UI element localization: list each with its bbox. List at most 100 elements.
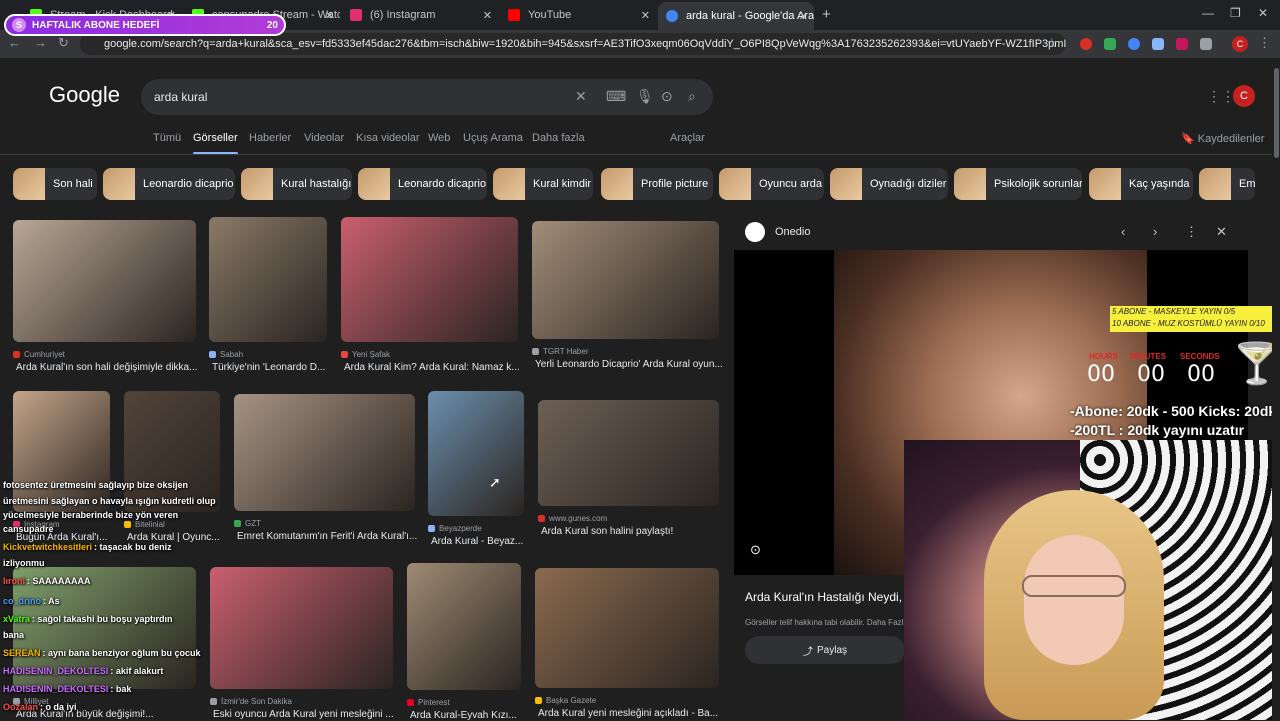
chip-3[interactable]: Leonardo dicaprio — [358, 168, 487, 200]
chip-9[interactable]: Kaç yaşında — [1089, 168, 1193, 200]
extension-icon[interactable] — [1080, 38, 1092, 50]
scrollbar-thumb[interactable] — [1274, 68, 1279, 158]
new-tab-icon[interactable]: + — [822, 6, 831, 23]
tab-instagram[interactable]: (6) Instagram ✕ — [342, 4, 498, 26]
chip-7[interactable]: Oynadığı diziler — [830, 168, 948, 200]
saved-link[interactable]: 🔖 Kaydedilenler — [1181, 132, 1264, 145]
result-caption[interactable]: Arda Kural'ın son hali değişimiyle dikka… — [16, 362, 209, 373]
result-image[interactable] — [532, 221, 719, 339]
result-caption[interactable]: Arda Kural yeni mesleğini açıkladı - Ba.… — [538, 708, 732, 719]
keyboard-icon[interactable]: ⌨ — [606, 88, 626, 105]
result-caption[interactable]: Arda Kural - Beyaz... — [431, 536, 537, 547]
forward-icon[interactable]: → — [34, 35, 47, 50]
result-caption[interactable]: Yerli Leonardo Dicaprio' Arda Kural oyun… — [535, 359, 732, 370]
source-favicon-icon — [532, 348, 539, 355]
chat-text: üretmesini sağlayan o havayla ışığın kud… — [3, 496, 216, 506]
extension-icon[interactable] — [1104, 38, 1116, 50]
window-close-icon[interactable]: ✕ — [1258, 6, 1268, 20]
result-source[interactable]: Sabah — [209, 350, 243, 359]
google-logo[interactable]: Google — [49, 82, 120, 108]
menu-icon[interactable]: ⋮ — [1258, 35, 1271, 51]
close-panel-icon[interactable]: ✕ — [1216, 224, 1227, 240]
result-image[interactable] — [428, 391, 524, 516]
more-icon[interactable]: ⋮ — [1185, 224, 1198, 240]
result-image[interactable] — [341, 217, 518, 342]
result-source[interactable]: www.gunes.com — [538, 514, 607, 523]
result-source[interactable]: Beyazperde — [428, 524, 482, 533]
bookmark-star-icon[interactable]: ☆ — [1046, 35, 1058, 51]
page-scrollbar[interactable] — [1272, 58, 1280, 720]
result-source[interactable]: Yeni Şafak — [341, 350, 390, 359]
panel-title[interactable]: Arda Kural'ın Hastalığı Neydi, S — [745, 590, 913, 604]
result-source[interactable]: GZT — [234, 519, 261, 528]
search-query[interactable]: arda kural — [154, 90, 207, 104]
search-icon[interactable]: ⌕ — [688, 88, 696, 105]
tab-more[interactable]: Daha fazla — [532, 132, 585, 144]
profile-avatar[interactable]: C — [1232, 36, 1248, 52]
result-caption[interactable]: Arda Kural Kim? Arda Kural: Namaz k... — [344, 362, 531, 373]
back-icon[interactable]: ← — [8, 35, 21, 50]
result-image[interactable] — [538, 400, 719, 506]
extension-icon[interactable] — [1128, 38, 1140, 50]
rule-line: -200TL : 20dk yayını uzatır — [1070, 422, 1245, 438]
chip-6[interactable]: Oyuncu arda — [719, 168, 824, 200]
result-source[interactable]: Cumhuriyet — [13, 350, 65, 359]
result-image[interactable] — [13, 220, 196, 342]
minimize-icon[interactable]: — — [1202, 6, 1214, 20]
search-tabs: Tümü Görseller Haberler Videolar Kısa vi… — [0, 132, 1280, 155]
result-caption[interactable]: Arda Kural-Eyvah Kızı... — [410, 710, 534, 721]
tab-flights[interactable]: Uçuş Arama — [463, 132, 523, 144]
chip-4[interactable]: Kural kimdir — [493, 168, 593, 200]
result-image[interactable] — [209, 217, 327, 342]
tab-videos[interactable]: Videolar — [304, 132, 344, 144]
tab-all[interactable]: Tümü — [153, 132, 181, 144]
extension-icon[interactable] — [1152, 38, 1164, 50]
result-caption[interactable]: Arda Kural son halini paylaştı! — [541, 526, 732, 537]
tab-news[interactable]: Haberler — [249, 132, 291, 144]
chip-10[interactable]: Emr — [1199, 168, 1255, 200]
chip-2[interactable]: Kural hastalığı — [241, 168, 352, 200]
next-icon[interactable]: › — [1153, 224, 1157, 239]
result-caption[interactable]: Türkiye'nin 'Leonardo D... — [212, 362, 340, 373]
maximize-icon[interactable]: ❐ — [1230, 6, 1241, 20]
result-caption[interactable]: Eski oyuncu Arda Kural yeni mesleğini ..… — [213, 709, 406, 720]
prev-icon[interactable]: ‹ — [1121, 224, 1125, 239]
search-box[interactable]: arda kural — [141, 79, 713, 115]
result-caption[interactable]: Emret Komutanım'ın Ferit'i Arda Kural'ı.… — [237, 531, 428, 542]
tools-button[interactable]: Araçlar — [670, 132, 705, 144]
chip-0[interactable]: Son hali — [13, 168, 97, 200]
reload-icon[interactable]: ↻ — [58, 35, 69, 51]
lens-icon[interactable]: ⊙ — [661, 88, 673, 105]
apps-grid-icon[interactable]: ⋮⋮ — [1207, 88, 1235, 105]
tab-youtube[interactable]: YouTube ✕ — [500, 4, 656, 26]
tab-short-videos[interactable]: Kısa videolar — [356, 132, 420, 144]
result-source[interactable]: Başka Gazete — [535, 696, 596, 705]
chip-8[interactable]: Psikolojik sorunlar — [954, 168, 1082, 200]
result-image[interactable] — [234, 394, 415, 511]
panel-source[interactable]: Onedio — [775, 226, 810, 238]
extension-icon[interactable] — [1176, 38, 1188, 50]
tab-google-search[interactable]: arda kural - Google'da Ara ✕ — [658, 2, 814, 30]
chip-1[interactable]: Leonardio dicaprio — [103, 168, 235, 200]
lens-icon[interactable]: ⊙ — [750, 542, 761, 558]
chip-5[interactable]: Profile picture — [601, 168, 713, 200]
close-icon[interactable]: ✕ — [483, 9, 492, 22]
result-source[interactable]: Pinterest — [407, 698, 450, 707]
result-image[interactable] — [407, 563, 521, 690]
extensions-puzzle-icon[interactable] — [1200, 38, 1212, 50]
close-icon[interactable]: ✕ — [799, 10, 808, 23]
url-field[interactable]: google.com/search?q=arda+kural&sca_esv=f… — [80, 33, 1066, 55]
chip-thumbnail — [601, 168, 633, 200]
share-label: Paylaş — [816, 644, 847, 656]
share-button[interactable]: ⤴ Paylaş — [745, 636, 905, 664]
account-avatar[interactable]: C — [1233, 85, 1255, 107]
clear-icon[interactable]: ✕ — [575, 88, 587, 105]
close-icon[interactable]: ✕ — [641, 9, 650, 22]
tab-web[interactable]: Web — [428, 132, 450, 144]
result-image[interactable] — [210, 567, 393, 689]
close-icon[interactable]: ✕ — [325, 9, 334, 22]
tab-images[interactable]: Görseller — [193, 132, 238, 155]
result-source[interactable]: TGRT Haber — [532, 347, 589, 356]
result-image[interactable] — [535, 568, 719, 688]
mic-icon[interactable]: 🎙 — [636, 88, 654, 105]
